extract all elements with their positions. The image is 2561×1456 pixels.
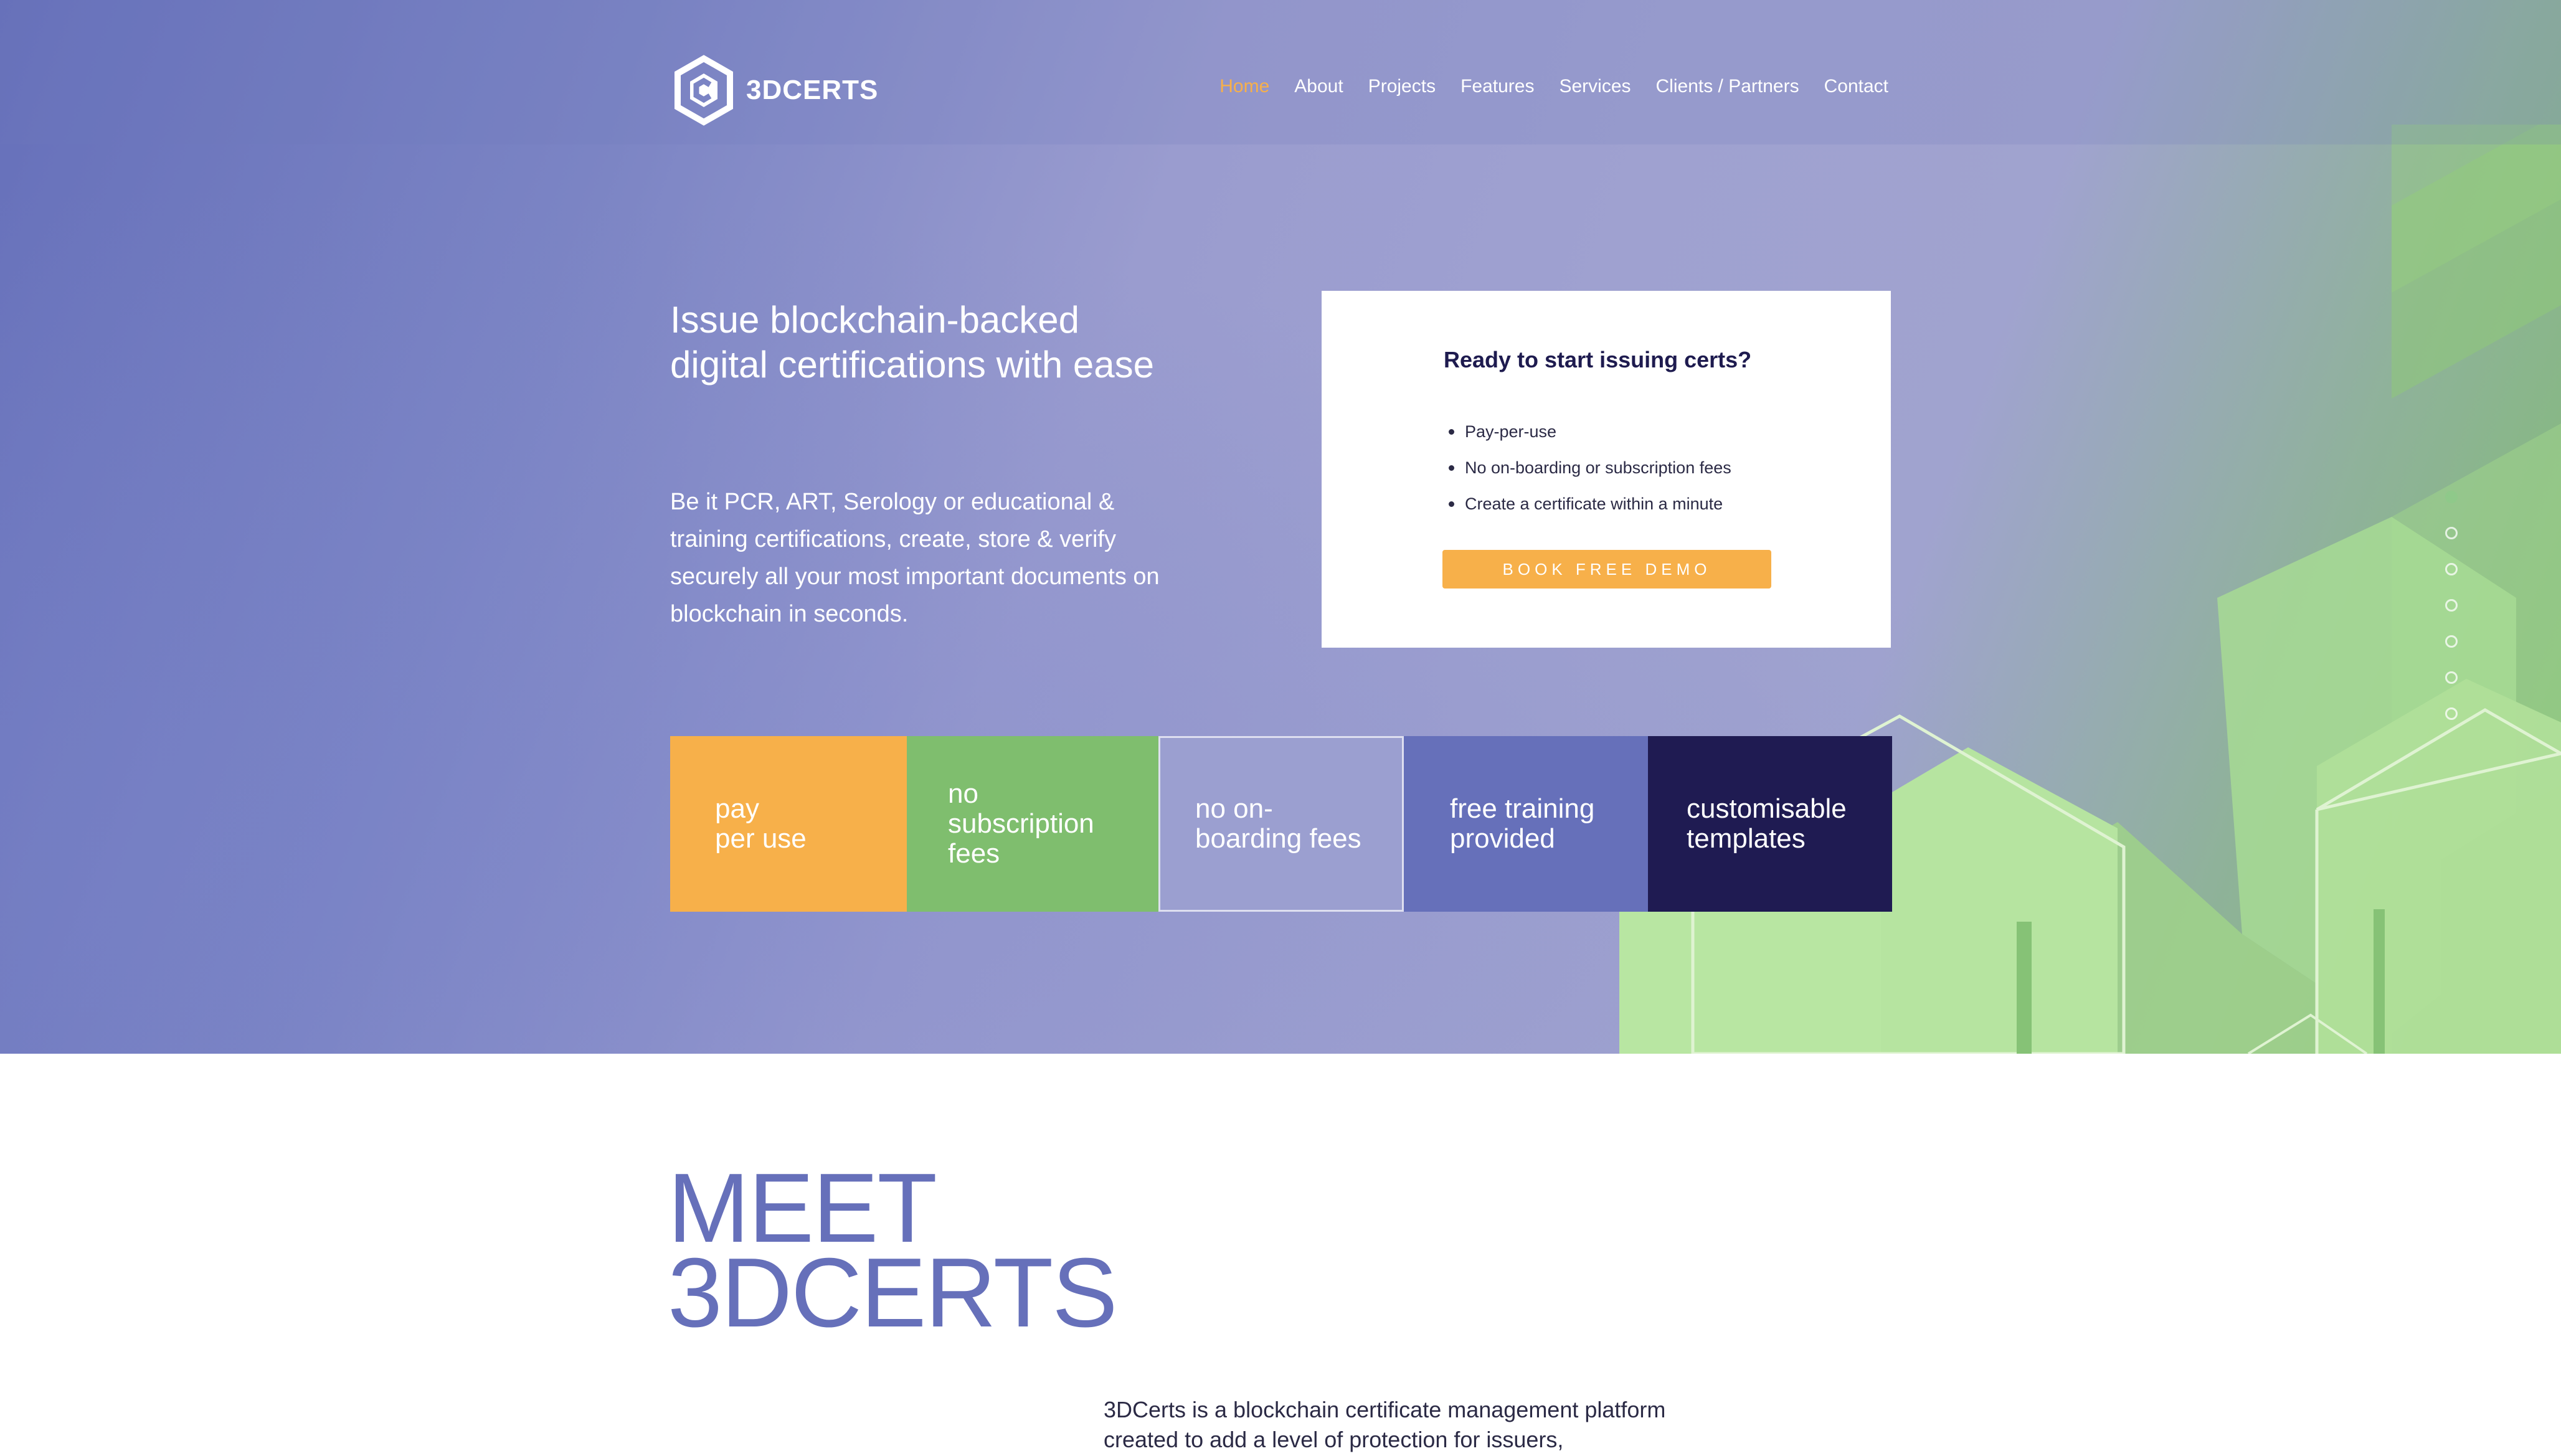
feature-tile-text: fees <box>948 838 1000 869</box>
hero-lead-text: Be it PCR, ART, Serology or educational … <box>670 489 1160 627</box>
cta-title: Ready to start issuing certs? <box>1444 347 1752 372</box>
brand-name: 3DCERTS <box>746 75 879 105</box>
feature-tile-customisable-templates: customisable templates <box>1648 736 1892 912</box>
meet-heading: MEET 3DCERTS <box>668 1159 1118 1342</box>
feature-tile-text: subscription <box>948 808 1094 839</box>
hero-section: 3DCERTS Home About Projects Features Ser… <box>0 0 2561 1054</box>
slide-dot[interactable] <box>2445 491 2458 503</box>
cta-benefit-item: Pay-per-use <box>1444 414 1731 450</box>
feature-tile-text: pay <box>715 793 759 824</box>
slide-dot[interactable] <box>2445 527 2458 539</box>
feature-tile-text: provided <box>1450 823 1555 854</box>
feature-tile-no-subscription: no subscription fees <box>907 736 1158 912</box>
slide-dot[interactable] <box>2445 671 2458 684</box>
nav-contact[interactable]: Contact <box>1824 76 1888 97</box>
nav-services[interactable]: Services <box>1559 76 1631 97</box>
nav-home[interactable]: Home <box>1219 76 1269 97</box>
header-bar <box>0 0 2561 144</box>
cta-benefit-item: Create a certificate within a minute <box>1444 486 1731 522</box>
slide-navigation-dots <box>2445 491 2458 720</box>
feature-tile-text: boarding fees <box>1195 823 1361 854</box>
slide-dot[interactable] <box>2445 599 2458 612</box>
feature-tile-text: per use <box>715 823 807 854</box>
feature-tile-pay-per-use: pay per use <box>670 736 907 912</box>
about-paragraph: 3DCerts is a blockchain certificate mana… <box>1104 1397 1666 1452</box>
meet-heading-line: 3DCERTS <box>668 1238 1118 1348</box>
nav-features[interactable]: Features <box>1460 76 1534 97</box>
slide-dot[interactable] <box>2445 563 2458 575</box>
slide-dot[interactable] <box>2445 707 2458 720</box>
feature-tile-text: free training <box>1450 793 1595 824</box>
feature-tile-text: templates <box>1687 823 1806 854</box>
hero-headline: Issue blockchain-backed digital certific… <box>670 299 1155 385</box>
cta-benefit-item: No on-boarding or subscription fees <box>1444 450 1731 486</box>
nav-clients-partners[interactable]: Clients / Partners <box>1656 76 1799 97</box>
nav-projects[interactable]: Projects <box>1368 76 1436 97</box>
hexagon-c-logo-icon <box>675 55 733 126</box>
nav-about[interactable]: About <box>1294 76 1343 97</box>
feature-tile-no-onboarding: no on- boarding fees <box>1158 736 1404 912</box>
cta-benefit-list: Pay-per-use No on-boarding or subscripti… <box>1444 414 1731 522</box>
book-free-demo-button[interactable]: BOOK FREE DEMO <box>1442 550 1771 589</box>
feature-tile-text: no <box>948 778 978 809</box>
main-nav: Home About Projects Features Services Cl… <box>1219 76 1888 97</box>
cta-card: Ready to start issuing certs? Pay-per-us… <box>1322 291 1891 648</box>
feature-tile-text: customisable <box>1687 793 1847 824</box>
feature-tile-free-training: free training provided <box>1404 736 1648 912</box>
slide-dot[interactable] <box>2445 635 2458 648</box>
feature-tile-text: no on- <box>1195 793 1273 824</box>
brand-logo[interactable]: 3DCERTS <box>673 55 878 126</box>
feature-tiles: pay per use no subscription fees no on- … <box>670 736 1892 912</box>
